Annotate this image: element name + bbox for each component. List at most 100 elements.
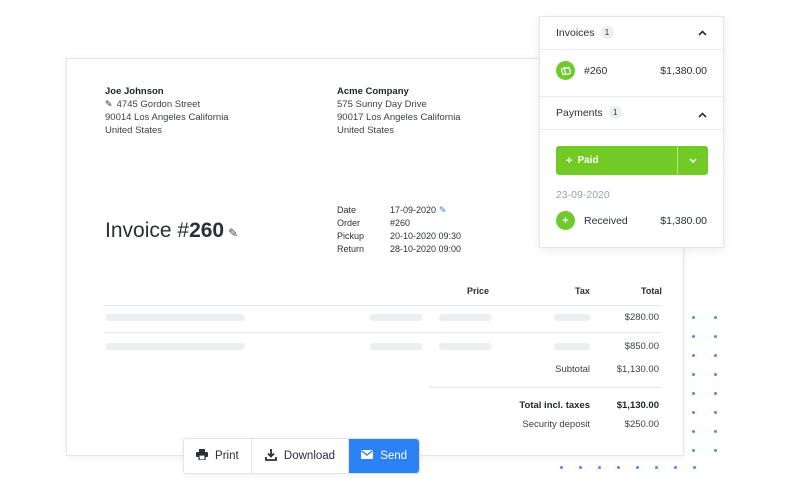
decorative-dot [714, 335, 717, 338]
paid-split-button: + Paid [556, 146, 708, 175]
meta-value-pickup: 20-10-2020 09:30 [390, 231, 462, 241]
decorative-dot [579, 466, 582, 469]
send-label: Send [380, 450, 408, 462]
decorative-dot [714, 449, 717, 452]
decorative-dot [560, 466, 563, 469]
section-divider [540, 96, 723, 97]
payment-received-label: Received [584, 215, 628, 227]
subtotal-value: $1,130.00 [616, 364, 659, 375]
meta-row-return: Return 28-10-2020 09:00 [337, 243, 461, 256]
recipient-street: 575 Sunny Day Drive [337, 99, 427, 110]
invoices-count-badge: 1 [600, 26, 614, 39]
chevron-up-icon[interactable] [698, 28, 707, 38]
decorative-dot [714, 430, 717, 433]
meta-value-order: #260 [390, 218, 411, 228]
payment-received-amount: $1,380.00 [660, 215, 707, 227]
invoices-section-title: Invoices [556, 26, 595, 39]
print-label: Print [215, 450, 239, 462]
placeholder-bar [554, 314, 590, 321]
decorative-dot [692, 354, 695, 357]
meta-row-pickup: Pickup 20-10-2020 09:30 [337, 230, 461, 243]
decorative-dot [692, 392, 695, 395]
meta-label: Return [337, 244, 365, 254]
edit-pencil-icon[interactable]: ✎ [228, 226, 238, 240]
decorative-dot [692, 411, 695, 414]
decorative-dot [617, 466, 620, 469]
recipient-address: Acme Company 575 Sunny Day Drive 90017 L… [337, 85, 461, 137]
subtotal-label: Subtotal [555, 364, 590, 375]
download-label: Download [283, 450, 336, 462]
sender-address: Joe Johnson ✎ 4745 Gordon Street 90014 L… [105, 85, 229, 137]
plus-icon: + [566, 154, 573, 167]
invoice-meta: Date 17-09-2020 ✎ Order #260 Pickup 20-10… [337, 204, 461, 256]
decorative-dot [714, 392, 717, 395]
decorative-dot [692, 316, 695, 319]
payments-section-title: Payments [556, 106, 603, 119]
send-button[interactable]: Send [349, 439, 419, 473]
invoice-item-number: #260 [584, 65, 608, 77]
sender-city: 90014 Los Angeles California [105, 112, 229, 123]
meta-value-date: 17-09-2020 ✎ [390, 204, 447, 217]
security-deposit-value: $250.00 [624, 419, 659, 430]
total-incl-taxes-label: Total incl. taxes [519, 400, 590, 411]
placeholder-bar [370, 314, 423, 321]
pencil-icon[interactable]: ✎ [105, 98, 114, 111]
sender-street-row[interactable]: ✎ 4745 Gordon Street [105, 98, 229, 111]
decorative-dot [714, 316, 717, 319]
sender-country: United States [105, 125, 163, 136]
recipient-city: 90017 Los Angeles California [337, 112, 461, 123]
decorative-dot [598, 466, 601, 469]
decorative-dots [692, 316, 720, 476]
decorative-dot [692, 430, 695, 433]
paid-dropdown-toggle[interactable] [677, 146, 708, 175]
table-divider [103, 305, 661, 306]
placeholder-bar [554, 343, 590, 350]
column-header-price: Price [467, 286, 490, 296]
table-divider [103, 332, 661, 333]
invoice-side-panel: Invoices 1 #260 $1,380.00 Payments 1 + P… [539, 16, 724, 248]
meta-label: Pickup [337, 231, 365, 241]
meta-date-text: 17-09-2020 [390, 205, 437, 215]
decorative-dot [714, 373, 717, 376]
paid-label: Paid [577, 155, 599, 166]
section-divider [540, 129, 723, 130]
payments-count-badge: 1 [608, 106, 622, 119]
download-button[interactable]: Download [252, 439, 350, 473]
row-total: $280.00 [624, 312, 659, 323]
sender-name: Joe Johnson [105, 86, 164, 97]
edit-date-pencil-icon[interactable]: ✎ [439, 205, 447, 215]
envelope-icon [361, 450, 374, 462]
security-deposit-label: Security deposit [522, 419, 590, 430]
column-header-total: Total [641, 286, 662, 296]
download-icon [265, 448, 277, 464]
decorative-dot [692, 449, 695, 452]
total-incl-taxes-value: $1,130.00 [616, 400, 659, 411]
recipient-country: United States [337, 125, 395, 136]
decorative-dot [674, 466, 677, 469]
meta-label: Order [337, 218, 361, 228]
placeholder-bar [439, 314, 492, 321]
invoice-title-prefix: Invoice # [105, 219, 190, 242]
meta-row-date: Date 17-09-2020 ✎ [337, 204, 461, 217]
invoice-number: 260 [189, 219, 225, 242]
add-paid-button[interactable]: + Paid [556, 146, 677, 175]
placeholder-bar [105, 343, 245, 350]
decorative-dot [692, 335, 695, 338]
invoices-section-header[interactable]: Invoices 1 [556, 26, 614, 39]
sender-street: 4745 Gordon Street [116, 99, 201, 110]
plus-circle-icon: + [556, 211, 575, 230]
invoice-doc-icon [556, 61, 575, 80]
payment-date: 23-09-2020 [556, 189, 610, 201]
chevron-up-icon[interactable] [698, 110, 707, 120]
row-total: $850.00 [624, 341, 659, 352]
print-button[interactable]: Print [184, 439, 252, 473]
placeholder-bar [370, 343, 423, 350]
decorative-dot [714, 354, 717, 357]
section-divider [540, 49, 723, 50]
invoice-title: Invoice #260 ✎ [105, 219, 238, 243]
decorative-dots-bottom [560, 466, 720, 470]
placeholder-bar [105, 314, 245, 321]
meta-value-return: 28-10-2020 09:00 [390, 244, 462, 254]
column-header-tax: Tax [575, 286, 590, 296]
payments-section-header[interactable]: Payments 1 [556, 106, 622, 119]
